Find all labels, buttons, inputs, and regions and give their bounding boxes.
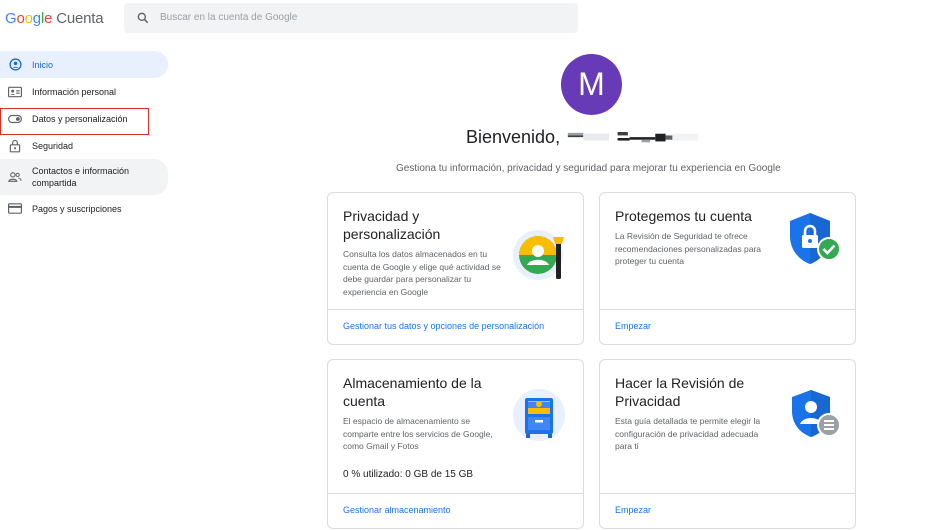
sidebar-item-label: Inicio (32, 59, 54, 70)
start-security-checkup-link[interactable]: Empezar (615, 321, 651, 331)
avatar-letter: M (578, 66, 605, 102)
privacy-shield-illustration (792, 390, 841, 437)
credit-card-icon (8, 202, 22, 216)
card-description: La Revisión de Seguridad te ofrece recom… (615, 231, 762, 266)
logo-product-text: Cuenta (56, 10, 104, 27)
redacted-username (567, 132, 699, 143)
card-divider (600, 309, 855, 310)
card-title: Almacenamiento de la cuenta (343, 375, 482, 409)
card-protect-account: Protegemos tu cuenta La Revisión de Segu… (599, 192, 856, 345)
avatar[interactable]: M (561, 54, 622, 115)
id-card-icon (8, 85, 22, 99)
home-icon (8, 58, 22, 72)
card-description: Esta guía detallada te permite elegir la… (615, 416, 761, 451)
lock-icon (8, 139, 22, 153)
sidebar-item-inicio[interactable]: Inicio (0, 51, 168, 78)
search-input[interactable]: Buscar en la cuenta de Google (160, 12, 297, 23)
logo-google-text: Google (5, 10, 53, 27)
storage-usage-text: 0 % utilizado: 0 GB de 15 GB (343, 469, 474, 480)
welcome-heading: Bienvenido, (466, 127, 561, 147)
card-privacy-review: Hacer la Revisión de Privacidad Esta guí… (599, 359, 856, 529)
card-description: Consulta los datos almacenados en tu cue… (343, 249, 501, 297)
card-title: Protegemos tu cuenta (615, 208, 752, 224)
top-bar: Google Cuenta Buscar en la cuenta de Goog… (0, 0, 951, 38)
search-bar[interactable]: Buscar en la cuenta de Google (124, 3, 578, 33)
card-title: Hacer la Revisión de Privacidad (615, 375, 745, 409)
sidebar-item-contactos[interactable]: Contactos e información compartida (0, 159, 168, 195)
sidebar-item-label: Pagos y suscripciones (32, 203, 122, 214)
sidebar-item-pagos[interactable]: Pagos y suscripciones (0, 195, 170, 222)
card-divider (328, 493, 583, 494)
selection-highlight-box (0, 108, 149, 135)
shield-check-illustration (790, 213, 841, 264)
card-account-storage: Almacenamiento de la cuenta El espacio d… (327, 359, 584, 529)
card-divider (600, 493, 855, 494)
sidebar-nav: Inicio Información personal Datos y pers… (0, 51, 170, 222)
search-icon (137, 12, 149, 24)
card-description: El espacio de almacenamiento se comparte… (343, 416, 493, 451)
people-icon (8, 170, 22, 184)
privacy-personalization-illustration (513, 230, 564, 280)
sidebar-item-seguridad[interactable]: Seguridad (0, 132, 170, 159)
manage-storage-link[interactable]: Gestionar almacenamiento (343, 505, 451, 515)
storage-cabinet-illustration (513, 389, 565, 441)
welcome-subtitle: Gestiona tu información, privacidad y se… (396, 163, 781, 174)
sidebar-item-informacion-personal[interactable]: Información personal (0, 78, 170, 105)
manage-data-link[interactable]: Gestionar tus datos y opciones de person… (343, 321, 544, 331)
sidebar-item-label: Contactos e información compartida (32, 166, 130, 188)
google-account-logo[interactable]: Google Cuenta (5, 10, 104, 27)
start-privacy-review-link[interactable]: Empezar (615, 505, 651, 515)
sidebar-item-label: Información personal (32, 86, 117, 97)
sidebar-item-label: Seguridad (32, 140, 74, 151)
card-title: Privacidad y personalización (343, 208, 441, 242)
card-divider (328, 309, 583, 310)
card-privacy-personalization: Privacidad y personalización Consulta lo… (327, 192, 584, 345)
